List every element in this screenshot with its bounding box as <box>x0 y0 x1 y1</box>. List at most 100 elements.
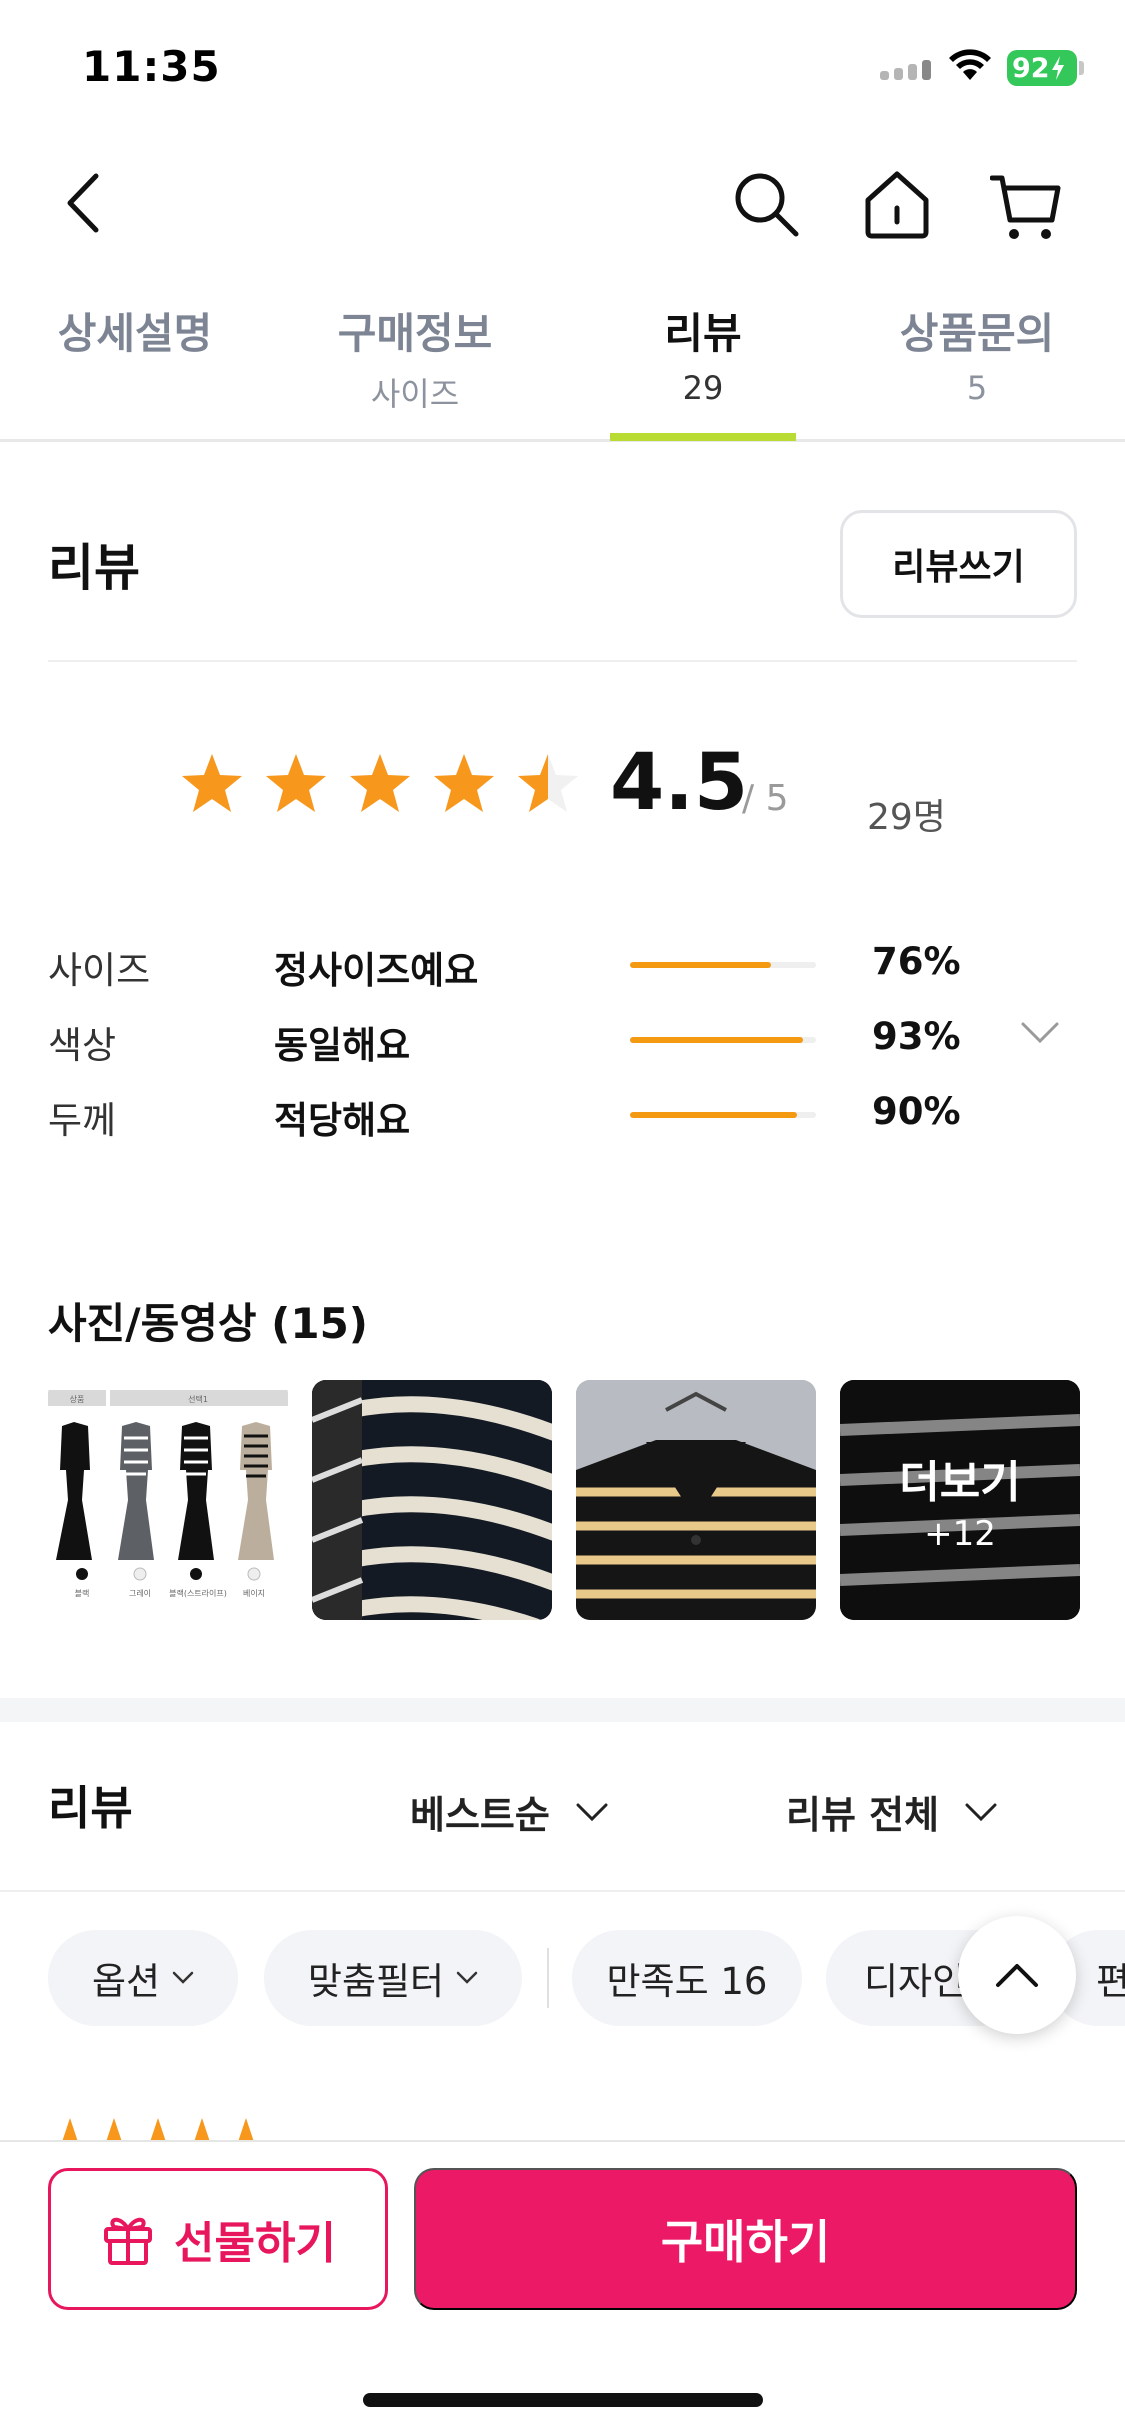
gift-button-label: 선물하기 <box>174 2219 336 2268</box>
search-icon[interactable] <box>730 168 802 240</box>
review-filter-label: 리뷰 전체 <box>786 1793 940 1837</box>
chip-custom-filter[interactable]: 맞춤필터 <box>264 1930 522 2026</box>
section-separator <box>0 1698 1125 1722</box>
chevron-down-icon <box>172 1971 194 1984</box>
photo-thumbnail-3[interactable] <box>576 1380 816 1620</box>
tab-description[interactable]: 상세설명 <box>45 300 225 361</box>
striped-fabric-photo <box>312 1380 552 1620</box>
photo-thumbnail-1[interactable]: 상품 선택1 블랙 그레이 블랙(스트라이프) 베이지 <box>48 1380 288 1620</box>
tab-purchase-info[interactable]: 구매정보 사이즈 <box>325 300 505 415</box>
review-list-title: 리뷰 <box>48 1781 133 1835</box>
thumb-caption-grey: 그레이 <box>129 1588 151 1598</box>
photo-thumbnail-more[interactable]: 더보기 +12 <box>840 1380 1080 1620</box>
rating-star-icon <box>350 754 410 812</box>
more-photos-label: 더보기 <box>899 1457 1021 1508</box>
scroll-to-top-button[interactable] <box>958 1916 1076 2034</box>
photos-section-title: 사진/동영상 (15) <box>48 1299 369 1348</box>
chevron-down-icon <box>965 1803 997 1821</box>
chip-option[interactable]: 옵션 <box>48 1930 238 2026</box>
attribute-bar-fill <box>630 1037 803 1043</box>
sort-dropdown[interactable]: 베스트순 <box>410 1784 608 1839</box>
rating-max: / 5 <box>742 778 789 819</box>
attribute-value: 동일해요 <box>274 1024 411 1067</box>
filter-chips: 옵션 맞춤필터 만족도 16 디자인 편 <box>0 1930 1125 2030</box>
tab-sub: 5 <box>966 369 988 407</box>
tab-sub: 29 <box>682 369 724 407</box>
charging-bolt-icon <box>1051 56 1064 80</box>
attribute-row-color: 색상 동일해요 93% <box>48 1015 1077 1075</box>
rating-star-icon <box>266 754 326 812</box>
chevron-up-icon <box>996 1964 1038 1987</box>
battery-indicator: 92 <box>1007 50 1077 86</box>
chip-label: 만족도 16 <box>606 1960 768 2003</box>
attribute-bar-fill <box>630 962 772 968</box>
chip-label: 옵션 <box>91 1960 161 2003</box>
attribute-percent: 93% <box>872 1015 961 1058</box>
tab-reviews[interactable]: 리뷰 29 <box>610 300 796 407</box>
home-indicator <box>363 2393 763 2407</box>
tab-product-qna[interactable]: 상품문의 5 <box>887 300 1067 407</box>
thumb-caption-black-stripe: 블랙(스트라이프) <box>169 1588 227 1598</box>
gift-button[interactable]: 선물하기 <box>48 2168 388 2310</box>
rating-star-icon <box>434 754 494 812</box>
attribute-bar <box>630 1112 816 1118</box>
attribute-row-thickness: 두께 적당해요 90% <box>48 1090 1077 1150</box>
top-nav-bar <box>0 150 1125 260</box>
write-review-button[interactable]: 리뷰쓰기 <box>840 510 1077 618</box>
status-time: 11:35 <box>82 42 221 91</box>
chevron-down-icon <box>456 1971 478 1984</box>
cardigan-on-hanger-photo <box>576 1380 816 1620</box>
attribute-bar <box>630 1037 816 1043</box>
divider <box>0 1890 1125 1892</box>
battery-cap <box>1079 61 1084 75</box>
buy-button[interactable]: 구매하기 <box>414 2168 1077 2310</box>
status-bar: 11:35 92 <box>0 0 1125 135</box>
rating-star-icon <box>518 754 578 812</box>
product-tabs: 상세설명 구매정보 사이즈 리뷰 29 상품문의 5 <box>0 290 1125 442</box>
chevron-down-icon <box>576 1803 608 1821</box>
rating-reviewer-count: 29명 <box>867 797 946 838</box>
tab-label: 상품문의 <box>899 309 1055 358</box>
chip-label: 맞춤필터 <box>307 1960 445 2003</box>
thumb-header-option: 선택1 <box>188 1394 208 1404</box>
back-arrow-icon[interactable] <box>58 168 108 238</box>
thumb-header-product: 상품 <box>70 1394 85 1404</box>
more-photos-overlay[interactable]: 더보기 +12 <box>840 1380 1080 1620</box>
cellular-signal-icon <box>880 60 931 80</box>
tab-label: 리뷰 <box>664 309 742 358</box>
attribute-name: 두께 <box>48 1099 117 1142</box>
review-section-title: 리뷰 <box>48 539 140 597</box>
home-icon[interactable] <box>862 168 932 240</box>
photo-thumbnail-2[interactable] <box>312 1380 552 1620</box>
attribute-bar-fill <box>630 1112 798 1118</box>
attribute-name: 사이즈 <box>48 949 151 992</box>
battery-level: 92 <box>1012 52 1050 84</box>
attribute-bar <box>630 962 816 968</box>
attribute-name: 색상 <box>48 1024 117 1067</box>
review-stars-peek <box>62 2118 254 2142</box>
bottom-action-bar: 선물하기 구매하기 <box>0 2140 1125 2436</box>
chip-label: 편 <box>1096 1960 1125 2003</box>
product-color-options-image: 상품 선택1 블랙 그레이 블랙(스트라이프) 베이지 <box>48 1390 288 1598</box>
sort-dropdown-label: 베스트순 <box>410 1793 550 1837</box>
expand-attributes-chevron-icon[interactable] <box>1020 1020 1060 1046</box>
chip-separator <box>547 1948 549 2008</box>
chip-label: 디자인 <box>864 1960 967 2003</box>
attribute-percent: 76% <box>872 940 961 983</box>
thumb-caption-black: 블랙 <box>75 1588 90 1598</box>
chip-satisfaction[interactable]: 만족도 16 <box>572 1930 802 2026</box>
attribute-value: 적당해요 <box>274 1099 411 1142</box>
active-tab-indicator <box>610 433 796 441</box>
rating-star-icon <box>182 754 242 812</box>
attribute-row-size: 사이즈 정사이즈예요 76% <box>48 940 1077 1000</box>
rating-score: 4.5 <box>610 738 749 828</box>
thumb-caption-beige: 베이지 <box>243 1588 265 1598</box>
attribute-percent: 90% <box>872 1090 961 1133</box>
first-review-peek <box>48 2118 268 2142</box>
cart-icon[interactable] <box>990 168 1062 248</box>
gift-icon <box>104 2217 153 2265</box>
divider <box>48 660 1077 662</box>
wifi-icon <box>949 49 991 80</box>
rating-stars <box>180 752 580 816</box>
review-filter-dropdown[interactable]: 리뷰 전체 <box>786 1784 997 1839</box>
